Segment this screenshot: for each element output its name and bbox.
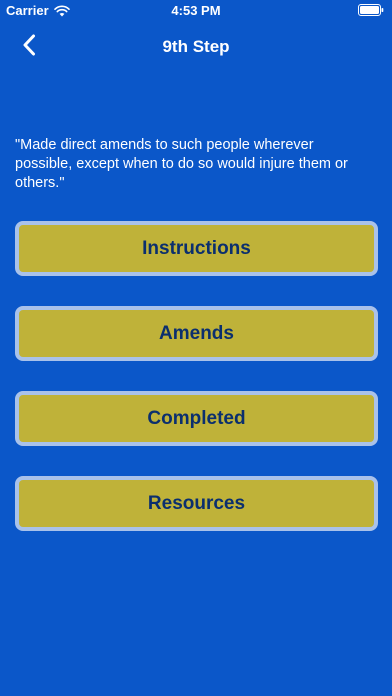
battery-full-icon xyxy=(358,4,384,16)
nav-bar: 9th Step xyxy=(0,22,392,72)
amends-button-label: Amends xyxy=(159,322,234,344)
page-title: 9th Step xyxy=(162,37,230,56)
amends-button[interactable]: Amends xyxy=(15,306,378,361)
instructions-button-label: Instructions xyxy=(142,237,251,259)
resources-button-label: Resources xyxy=(147,492,246,514)
completed-button-label: Completed xyxy=(147,407,246,429)
step-quote: "Made direct amends to such people where… xyxy=(15,137,348,191)
completed-button[interactable]: Completed xyxy=(15,391,378,446)
instructions-button[interactable]: Instructions xyxy=(15,221,378,276)
status-time: 4:53 PM xyxy=(171,3,221,18)
status-bar: Carrier 4:53 PM xyxy=(0,0,392,22)
screen: Carrier 4:53 PM 9th Step "Made direct am… xyxy=(0,0,392,696)
resources-button[interactable]: Resources xyxy=(15,476,378,531)
